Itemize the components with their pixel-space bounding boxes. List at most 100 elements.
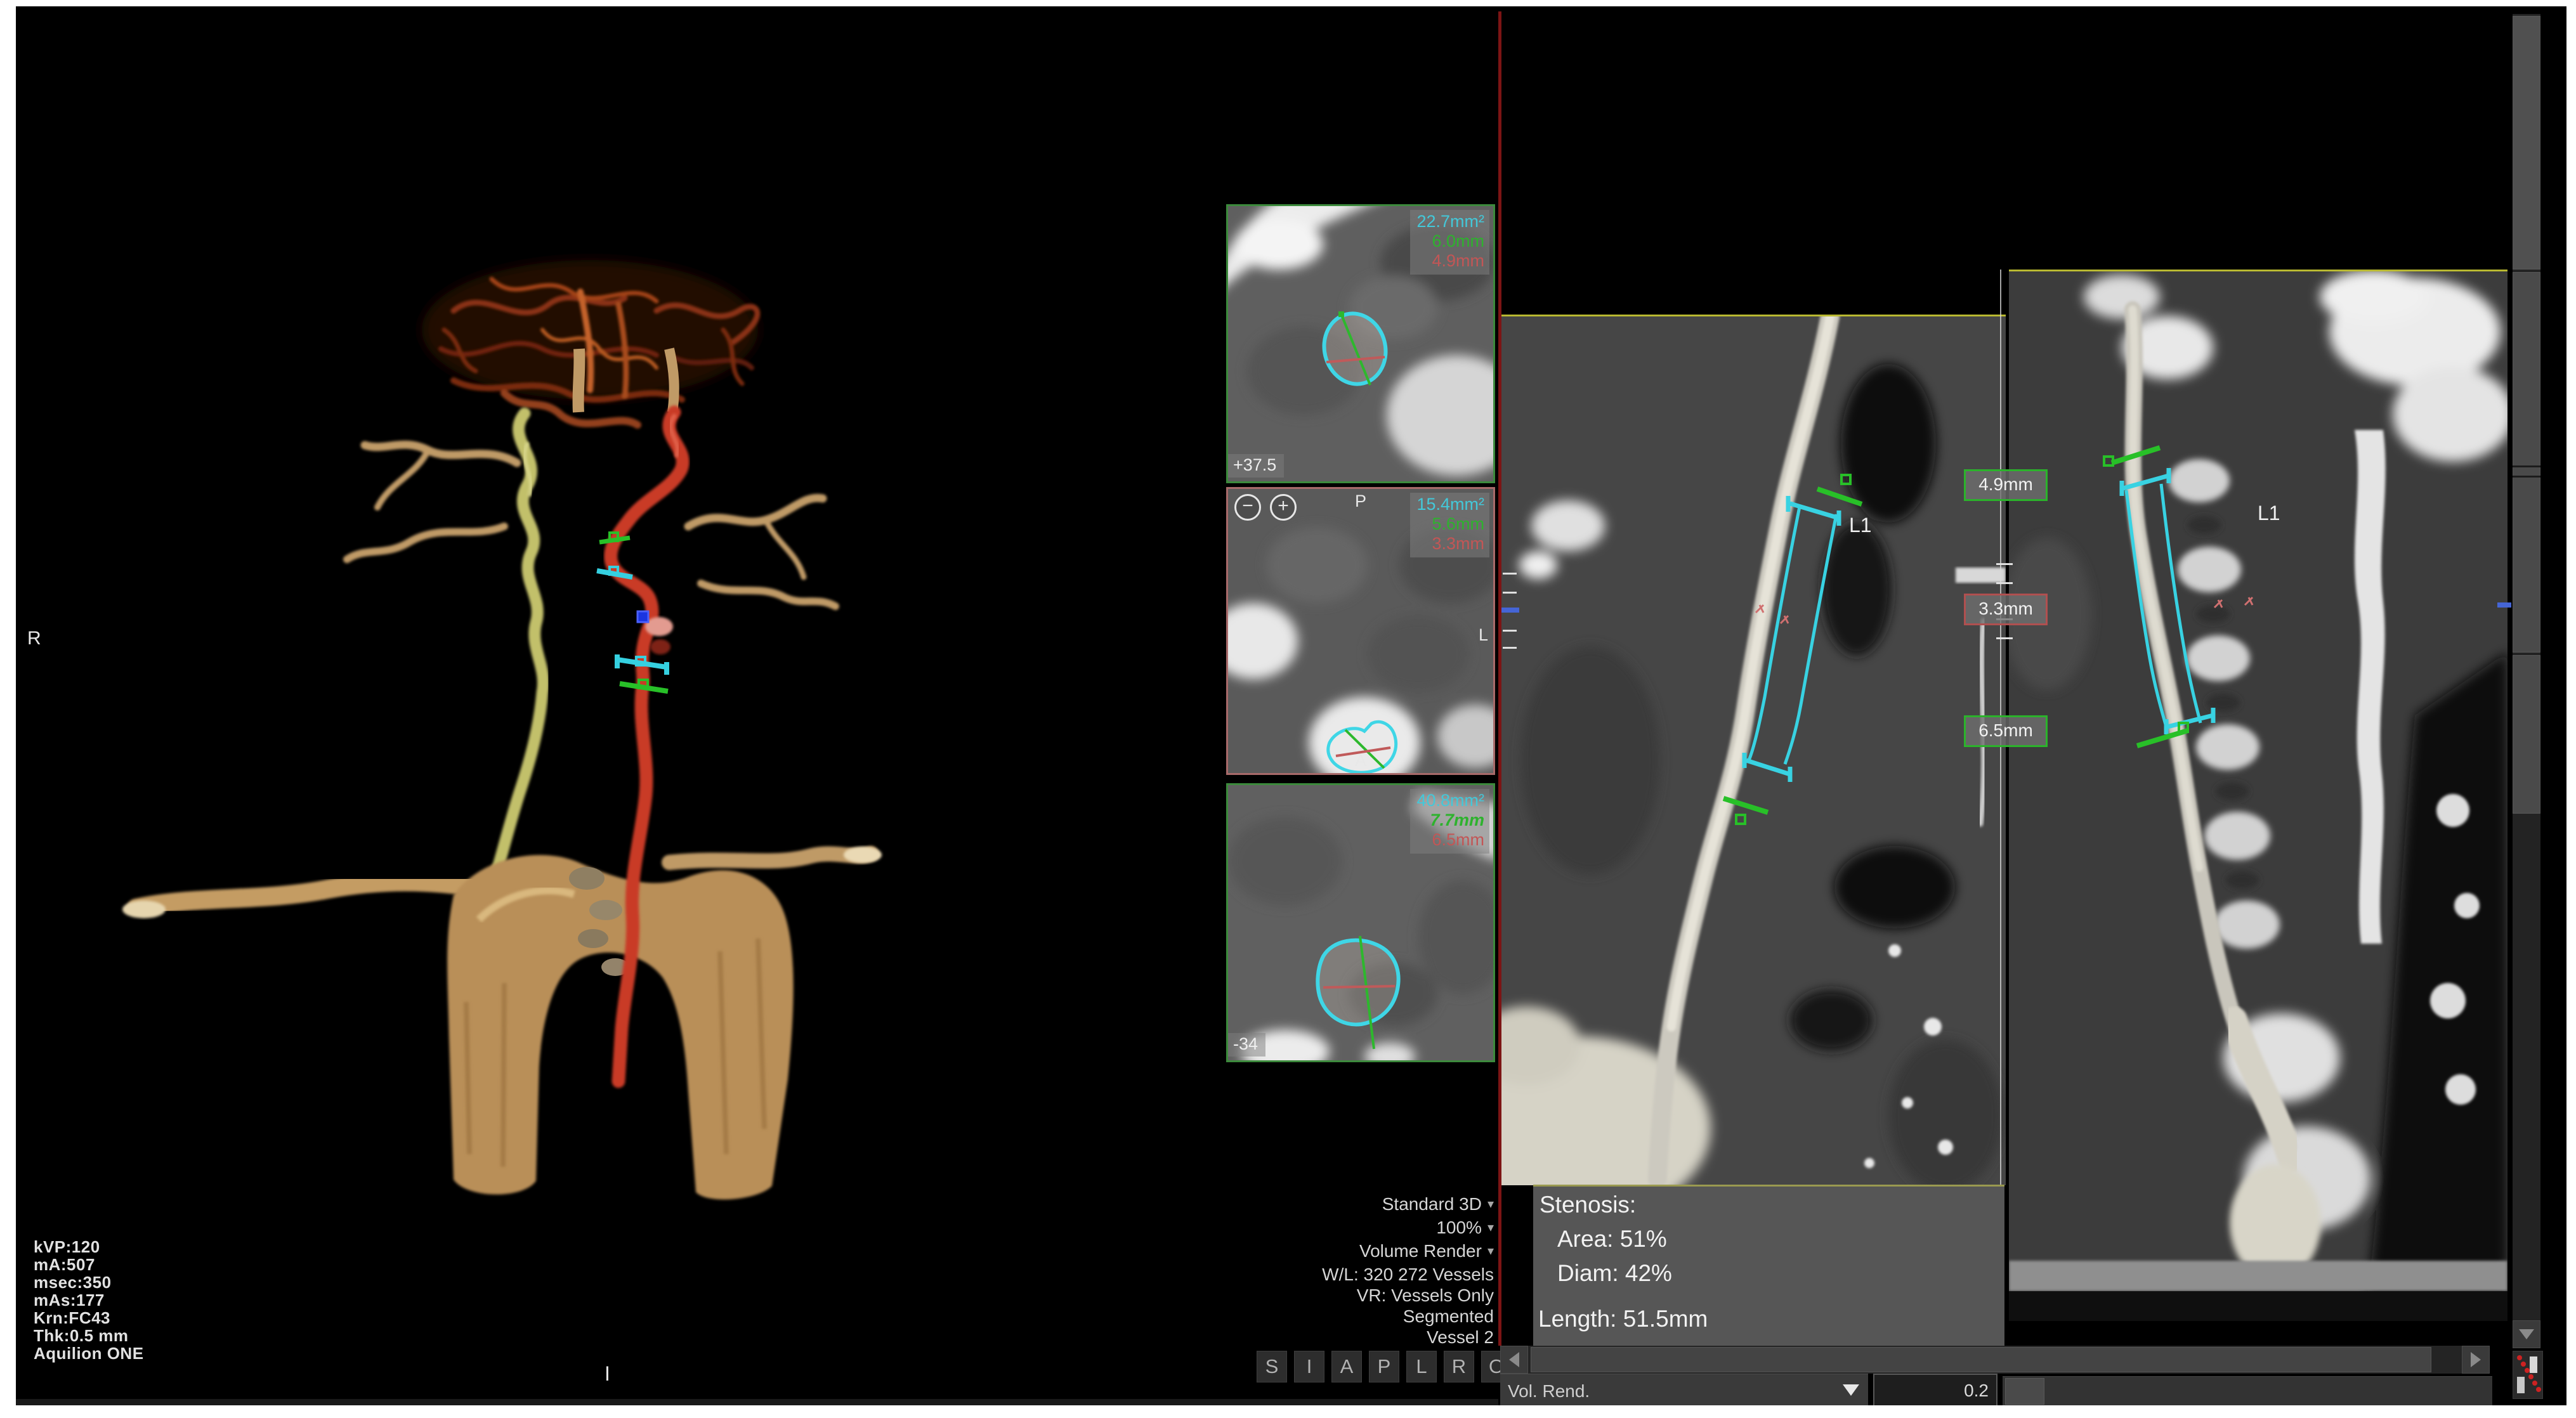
opacity-value-field[interactable]: 0.2 [1873,1374,1997,1405]
zoom-out-button[interactable]: − [1234,494,1261,521]
orient-button-superior[interactable]: S [1257,1351,1287,1382]
ruler-tick [1996,582,2013,584]
chevron-down-icon: ▾ [1487,1194,1494,1215]
vessel-point-label: L1 [1849,514,1872,537]
below-skin [2009,1291,2507,1321]
orientation-label-right: R [27,628,41,649]
area-value: 15.4mm² [1416,495,1484,514]
orientation-label-inferior: I [605,1362,610,1386]
orient-button-right[interactable]: R [1444,1351,1474,1382]
vr-mode-info: VR: Vessels Only [1056,1285,1494,1306]
diameter-label-stenosis[interactable]: 3.3mm [1964,594,2048,625]
scan-param: mAs:177 [34,1291,144,1309]
orient-button-inferior[interactable]: I [1294,1351,1324,1382]
ruler-tick [1996,637,2013,639]
major-diameter-value: 5.6mm [1416,514,1484,534]
scroll-right-button[interactable] [2462,1346,2490,1374]
vessel-tip-highlight [844,847,882,863]
layout-corner-icon[interactable] [2513,1351,2543,1399]
ruler-tick [1996,563,2013,565]
scan-param: Aquilion ONE [34,1344,144,1362]
orient-button-posterior[interactable]: P [1369,1351,1399,1382]
ruler-tick [1503,630,1517,632]
minor-diameter-value: 6.5mm [1416,830,1484,850]
scroll-down-button[interactable] [2513,1320,2540,1348]
segmented-info: Segmented [1056,1306,1494,1327]
volume-render-viewport[interactable]: R I kVP:120 mA:507 msec:350 mAs:177 Krn:… [16,6,1221,1344]
measurement-readout: 22.7mm² 6.0mm 4.9mm [1410,210,1489,275]
window-level-info: W/L: 320 272 Vessels [1056,1264,1494,1285]
slider-handle[interactable] [2005,1378,2044,1405]
axial-view-3[interactable]: 40.8mm² 7.7mm 6.5mm -34 [1226,783,1495,1062]
scrollbar-thumb[interactable] [1531,1347,2431,1372]
minor-diameter-value: 4.9mm [1416,251,1484,271]
scan-param: msec:350 [34,1273,144,1291]
scrollbar-divider [2513,476,2540,478]
diameter-label-distal[interactable]: 6.5mm [1964,715,2048,747]
orientation-label-right: R [1233,625,1246,645]
position-marker[interactable] [2497,602,2511,608]
cpr-viewport-2[interactable]: L1 [2009,11,2507,1346]
render-mode-dropdown[interactable]: Volume Render▾ [1056,1240,1494,1264]
axial-view-2[interactable]: − + P R L A 15.4mm² 5.6mm 3.3mm [1226,487,1495,775]
horizontal-scrollbar[interactable] [1500,1346,2490,1374]
chevron-down-icon: ▾ [1487,1241,1494,1262]
major-diameter-value: 6.0mm [1416,231,1484,251]
opacity-slider[interactable] [2003,1376,2492,1405]
circle-of-willis-tangle [422,260,758,425]
bottom-divider [16,1399,1498,1405]
scrollbar-thumb[interactable] [2513,16,2540,270]
stenosis-length: Length: 51.5mm [1538,1306,1708,1332]
stenosis-diameter: Diam: 42% [1557,1260,1672,1287]
slice-position-label: +37.5 [1228,454,1284,478]
axial-view-1[interactable]: 22.7mm² 6.0mm 4.9mm +37.5 [1226,204,1495,483]
orientation-label-posterior: P [1355,491,1366,511]
slice-position-label: -34 [1228,1033,1265,1057]
orient-button-left[interactable]: L [1406,1351,1437,1382]
vasculature-3d-illustration [98,254,891,1205]
scan-param: Thk:0.5 mm [34,1327,144,1344]
external-branches [347,445,871,862]
left-arrow-icon [1509,1352,1519,1367]
vessel-point-label: L1 [2258,502,2280,524]
vertical-scrollbar[interactable] [2513,14,2540,1320]
cpr-viewport-1[interactable]: L1 [1498,11,2006,1346]
scan-param: kVP:120 [34,1238,144,1256]
scroll-left-button[interactable] [1500,1346,1528,1374]
diameter-label-proximal[interactable]: 4.9mm [1964,469,2048,501]
area-value: 22.7mm² [1416,212,1484,231]
orientation-label-left: L [1479,625,1488,645]
position-marker[interactable] [1501,608,1519,613]
render-settings-block: Standard 3D▾ 100%▾ Volume Render▾ W/L: 3… [1056,1194,1494,1348]
zoom-in-button[interactable]: + [1270,494,1297,521]
render-preset-combobox[interactable]: Vol. Rend. [1500,1374,1868,1405]
chevron-down-icon [1843,1384,1859,1396]
zoom-level-dropdown[interactable]: 100%▾ [1056,1217,1494,1240]
major-diameter-value: 7.7mm [1416,810,1484,830]
scan-parameters: kVP:120 mA:507 msec:350 mAs:177 Krn:FC43… [34,1238,144,1362]
stenosis-results-panel: Stenosis: Area: 51% Diam: 42% Length: 51… [1533,1185,2004,1346]
scan-param: Krn:FC43 [34,1309,144,1327]
ruler-tick [1503,573,1517,575]
stenosis-title: Stenosis: [1540,1192,1636,1218]
application-window: R I kVP:120 mA:507 msec:350 mAs:177 Krn:… [16,6,2566,1405]
right-carotid-yellow-vessel [493,413,543,885]
zoom-controls: − + [1234,494,1297,521]
vessel-name-info: Vessel 2 [1056,1327,1494,1348]
chevron-down-icon: ▾ [1487,1218,1494,1239]
area-value: 40.8mm² [1416,791,1484,810]
render-preset-dropdown[interactable]: Standard 3D▾ [1056,1194,1494,1217]
scan-param: mA:507 [34,1256,144,1273]
measurement-readout: 40.8mm² 7.7mm 6.5mm [1410,789,1489,854]
cpr-ruler [2000,270,2001,1319]
orient-button-anterior[interactable]: A [1331,1351,1362,1382]
minor-diameter-value: 3.3mm [1416,534,1484,554]
stenosis-area: Area: 51% [1557,1226,1667,1252]
scrollbar-thumb[interactable] [2513,272,2540,653]
scrollbar-thumb[interactable] [2513,655,2540,814]
combobox-value: Vol. Rend. [1508,1381,1590,1402]
cpr-image-2: L1 [2009,271,2507,1321]
right-arrow-icon [2471,1352,2481,1367]
measurement-readout: 15.4mm² 5.6mm 3.3mm [1410,493,1489,557]
orientation-label-anterior: A [1355,751,1366,771]
